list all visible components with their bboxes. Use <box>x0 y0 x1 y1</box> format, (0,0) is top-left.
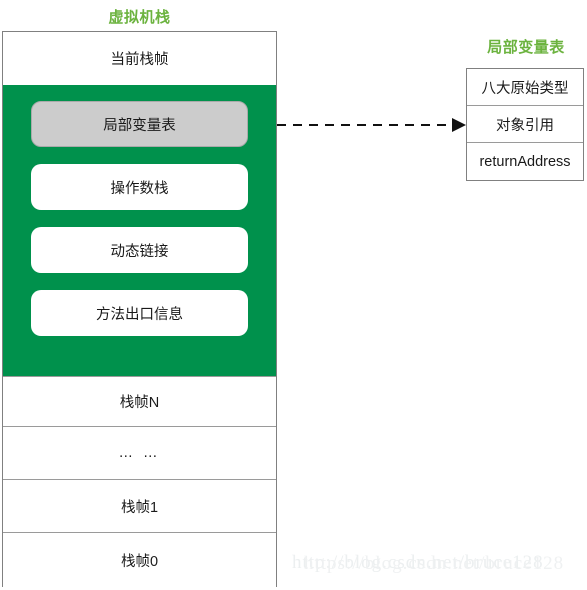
local-variable-table-title: 局部变量表 <box>487 39 565 56</box>
watermark: http://blog.csdn.net/bruce128 https://bl… <box>292 552 563 574</box>
vm-stack-title: 虚拟机栈 <box>108 9 171 26</box>
frame-item-dynamic-linking[interactable]: 动态链接 <box>31 227 248 273</box>
local-variable-table: 八大原始类型 对象引用 returnAddress <box>466 68 584 181</box>
current-frame-detail-panel: 局部变量表 操作数栈 动态链接 方法出口信息 <box>3 85 276 377</box>
stack-row-ellipsis: … … <box>3 427 276 480</box>
frame-item-operand-stack[interactable]: 操作数栈 <box>31 164 248 210</box>
stack-row-current-frame: 当前栈帧 <box>3 32 276 85</box>
local-var-row-primitive-types: 八大原始类型 <box>467 69 583 106</box>
watermark-text-overlay: https://blog.csdn.net/bruce128 <box>304 553 565 574</box>
vm-stack-box: 当前栈帧 局部变量表 操作数栈 动态链接 方法出口信息 栈帧N … … 栈帧1 … <box>2 31 277 587</box>
local-var-row-object-reference: 对象引用 <box>467 106 583 143</box>
stack-row-frame-1: 栈帧1 <box>3 480 276 533</box>
frame-item-local-variable-table[interactable]: 局部变量表 <box>31 101 248 147</box>
frame-item-method-return-info[interactable]: 方法出口信息 <box>31 290 248 336</box>
stack-row-frame-0: 栈帧0 <box>3 533 276 587</box>
stack-row-frame-n: 栈帧N <box>3 377 276 427</box>
dashed-connector-arrow <box>277 118 466 132</box>
local-var-row-return-address: returnAddress <box>479 153 571 170</box>
